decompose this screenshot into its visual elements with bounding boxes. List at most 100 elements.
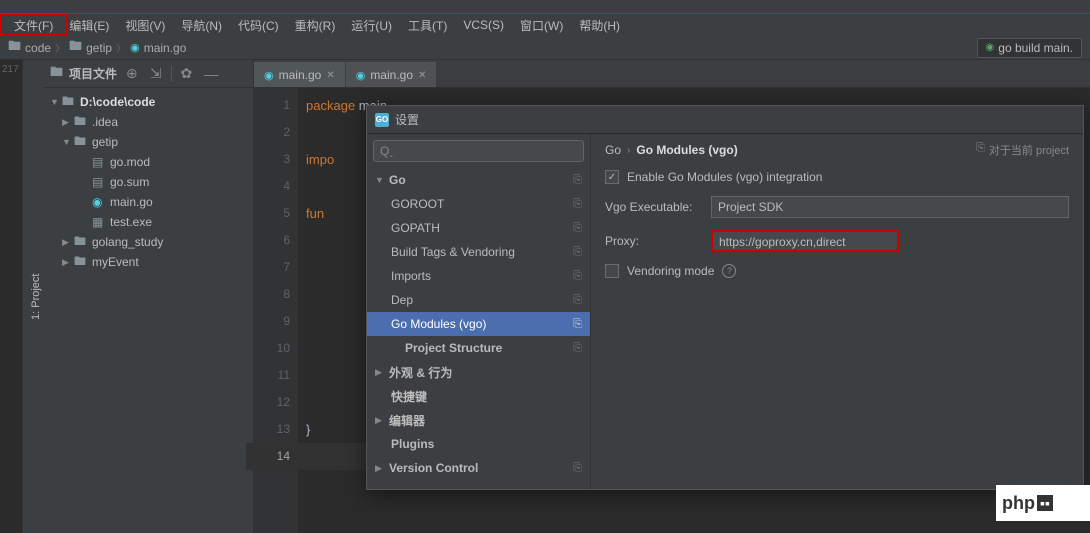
settings-item-gopath[interactable]: GOPATH ⎘ — [367, 216, 590, 240]
menu-edit[interactable]: 编辑(E) — [63, 15, 115, 36]
menu-refactor[interactable]: 重构(R) — [289, 15, 342, 36]
project-title: 项目文件 — [69, 65, 117, 82]
folder-icon: 🖿 — [74, 132, 88, 153]
menu-bar: 文件(F) 编辑(E) 视图(V) 导航(N) 代码(C) 重构(R) 运行(U… — [0, 14, 1090, 36]
exe-icon: ▦ — [92, 215, 106, 229]
menu-nav[interactable]: 导航(N) — [175, 15, 228, 36]
tree-folder[interactable]: ▼ 🖿 getip — [44, 132, 253, 152]
go-icon: GO — [375, 113, 389, 127]
crumb-main[interactable]: main.go — [144, 41, 187, 55]
project-tool-tab[interactable]: 1: Project — [22, 60, 44, 533]
menu-tools[interactable]: 工具(T) — [402, 15, 453, 36]
target-icon[interactable]: ⊕ — [123, 65, 141, 82]
settings-item-keymap[interactable]: 快捷键 — [367, 384, 590, 408]
close-icon[interactable]: ✕ — [326, 70, 334, 81]
close-icon[interactable]: ✕ — [418, 70, 426, 81]
tree-folder[interactable]: ▶ 🖿 golang_study — [44, 232, 253, 252]
settings-search-input[interactable]: Q˯ — [373, 140, 584, 162]
menu-code[interactable]: 代码(C) — [232, 15, 285, 36]
project-panel: 🖿 项目文件 ⊕ ⇲ ✿ — ▼ 🖿 D:\code\code ▶ 🖿 .ide… — [44, 60, 254, 533]
tree-file[interactable]: ◉ main.go — [44, 192, 253, 212]
caret-right-icon: ▶ — [62, 257, 70, 268]
left-gutter-number: 217 — [0, 60, 22, 533]
help-icon[interactable]: ? — [722, 264, 736, 278]
enable-checkbox[interactable] — [605, 170, 619, 184]
settings-breadcrumb: Go › Go Modules (vgo) ⎘对于当前 project — [605, 142, 1069, 158]
settings-category-appearance[interactable]: ▶外观 & 行为 — [367, 360, 590, 384]
settings-item-gomodules[interactable]: Go Modules (vgo) ⎘ — [367, 312, 590, 336]
project-header: 🖿 项目文件 ⊕ ⇲ ✿ — — [44, 60, 253, 88]
run-config-button[interactable]: ◉ go build main. — [977, 38, 1082, 58]
vendoring-checkbox[interactable] — [605, 264, 619, 278]
gear-icon[interactable]: ✿ — [178, 65, 196, 82]
tree-root[interactable]: ▼ 🖿 D:\code\code — [44, 92, 253, 112]
tree-file[interactable]: ▤ go.mod — [44, 152, 253, 172]
caret-right-icon: ▶ — [375, 415, 385, 426]
crumb-getip[interactable]: getip — [86, 41, 112, 55]
collapse-icon[interactable]: ⇲ — [147, 65, 165, 82]
nav-bar: 🖿 code 〉 🖿 getip 〉 ◉ main.go ◉ go build … — [0, 36, 1090, 60]
enable-label: Enable Go Modules (vgo) integration — [627, 170, 822, 184]
caret-right-icon: ▶ — [375, 367, 385, 378]
crumb-code[interactable]: code — [25, 41, 51, 55]
caret-right-icon: ▶ — [62, 117, 70, 128]
dialog-titlebar[interactable]: GO 设置 — [367, 106, 1083, 134]
hide-icon[interactable]: — — [201, 66, 221, 82]
settings-item-goroot[interactable]: GOROOT ⎘ — [367, 192, 590, 216]
title-bar — [0, 0, 1090, 14]
php-watermark: php▪▪ — [996, 485, 1090, 521]
copy-icon: ⎘ — [573, 270, 582, 283]
settings-dialog: GO 设置 Q˯ ▼Go ⎘ GOROOT ⎘ — [366, 105, 1084, 490]
folder-icon: 🖿 — [74, 232, 88, 253]
line-gutter: 123456 789101112 1314 — [254, 88, 298, 533]
settings-item-dep[interactable]: Dep ⎘ — [367, 288, 590, 312]
copy-icon: ⎘ — [976, 142, 985, 158]
copy-icon: ⎘ — [573, 222, 582, 235]
proxy-input[interactable]: https://goproxy.cn,direct — [711, 230, 899, 252]
dialog-title: 设置 — [395, 111, 419, 128]
tree-file[interactable]: ▦ test.exe — [44, 212, 253, 232]
settings-category-editor[interactable]: ▶编辑器 — [367, 408, 590, 432]
menu-help[interactable]: 帮助(H) — [573, 15, 626, 36]
settings-category-go[interactable]: ▼Go ⎘ — [367, 168, 590, 192]
copy-icon: ⎘ — [573, 462, 582, 475]
enable-gomodules-row: Enable Go Modules (vgo) integration — [605, 170, 1069, 184]
menu-file[interactable]: 文件(F) — [8, 15, 59, 36]
proxy-row: Proxy: https://goproxy.cn,direct — [605, 230, 1069, 252]
proxy-label: Proxy: — [605, 234, 703, 248]
folder-icon: 🖿 — [74, 252, 88, 273]
menu-window[interactable]: 窗口(W) — [514, 15, 569, 36]
copy-icon: ⎘ — [573, 246, 582, 259]
caret-right-icon: ▶ — [62, 237, 70, 248]
file-icon: ▤ — [92, 155, 106, 169]
vendoring-label: Vendoring mode — [627, 264, 714, 278]
copy-icon: ⎘ — [573, 342, 582, 355]
chevron-icon: 〉 — [116, 40, 126, 55]
settings-item-imports[interactable]: Imports ⎘ — [367, 264, 590, 288]
search-icon: Q˯ — [380, 144, 393, 158]
menu-view[interactable]: 视图(V) — [119, 15, 171, 36]
caret-down-icon: ▼ — [62, 137, 70, 147]
caret-right-icon: ▶ — [375, 463, 385, 474]
settings-content: Go › Go Modules (vgo) ⎘对于当前 project Enab… — [591, 134, 1083, 489]
vendoring-row: Vendoring mode ? — [605, 264, 1069, 278]
settings-item-buildtags[interactable]: Build Tags & Vendoring ⎘ — [367, 240, 590, 264]
tree-folder[interactable]: ▶ 🖿 .idea — [44, 112, 253, 132]
folder-icon: 🖿 — [69, 37, 82, 59]
play-icon: ◉ — [986, 42, 995, 53]
settings-item-plugins[interactable]: Plugins — [367, 432, 590, 456]
settings-item-projstruct[interactable]: Project Structure ⎘ — [367, 336, 590, 360]
menu-run[interactable]: 运行(U) — [345, 15, 398, 36]
caret-down-icon: ▼ — [50, 97, 58, 107]
settings-category-versioncontrol[interactable]: ▶Version Control ⎘ — [367, 456, 590, 480]
tree-file[interactable]: ▤ go.sum — [44, 172, 253, 192]
menu-vcs[interactable]: VCS(S) — [457, 16, 510, 34]
project-tree: ▼ 🖿 D:\code\code ▶ 🖿 .idea ▼ 🖿 getip ▤ g… — [44, 88, 253, 533]
folder-icon: 🖿 — [74, 112, 88, 133]
editor-area: ◉ main.go ✕ ◉ main.go ✕ 123456 789101112… — [254, 60, 1090, 533]
vgo-exec-input[interactable]: Project SDK — [711, 196, 1069, 218]
go-file-icon: ◉ — [356, 69, 366, 82]
tree-folder[interactable]: ▶ 🖿 myEvent — [44, 252, 253, 272]
editor-tab[interactable]: ◉ main.go ✕ — [254, 62, 345, 87]
editor-tab-active[interactable]: ◉ main.go ✕ — [346, 62, 437, 87]
